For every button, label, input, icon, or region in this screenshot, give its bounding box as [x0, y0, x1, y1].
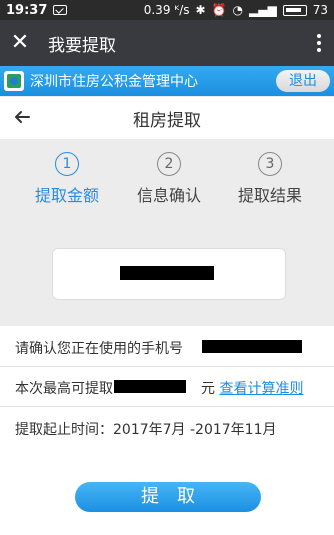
amount-input[interactable]: [52, 248, 286, 300]
max-amount-label: 本次最高可提取: [15, 381, 113, 397]
phone-confirm-row: 请确认您正在使用的手机号: [15, 338, 183, 358]
housing-fund-logo: [4, 71, 24, 91]
arrow-left-icon[interactable]: [12, 107, 32, 127]
bluetooth-icon: ✱: [195, 3, 206, 17]
window-title: 我要提取: [48, 35, 116, 56]
divider: [0, 366, 334, 367]
step-1: 1 提取金额: [12, 152, 122, 206]
redacted-amount: [120, 266, 214, 280]
network-speed: 0.39 ᴷ/s: [143, 3, 190, 17]
org-title: 深圳市住房公积金管理中心: [30, 74, 198, 90]
message-icon: [53, 5, 68, 15]
redacted-phone: [202, 340, 302, 353]
step-number: 2: [157, 152, 181, 176]
divider: [0, 406, 334, 407]
signal-icon: ▂▄▆: [249, 3, 277, 17]
page-header: 租房提取: [0, 97, 334, 139]
status-time: 19:37: [6, 2, 48, 18]
logout-button[interactable]: 退出: [276, 70, 330, 92]
wifi-icon: ◔: [232, 3, 244, 17]
alarm-icon: ⏰: [211, 3, 227, 17]
battery-level: 73: [312, 3, 328, 17]
status-bar: 19:37 0.39 ᴷ/s ✱ ⏰ ◔ ▂▄▆ 73: [0, 0, 334, 20]
battery-icon: [282, 4, 307, 16]
submit-withdraw-button[interactable]: 提取: [75, 482, 261, 512]
step-label: 信息确认: [136, 186, 201, 205]
phone-confirm-text: 请确认您正在使用的手机号: [15, 341, 183, 357]
period-row: 提取起止时间：2017年7月 -2017年11月: [15, 419, 276, 439]
calculation-rule-link[interactable]: 查看计算准则: [219, 381, 303, 397]
step-label: 提取金额: [34, 186, 99, 205]
more-vertical-icon[interactable]: [304, 34, 334, 52]
step-2: 2 信息确认: [114, 152, 224, 206]
period-text: 提取起止时间：2017年7月 -2017年11月: [15, 422, 277, 438]
step-indicator: 1 提取金额 2 信息确认 3 提取结果: [0, 140, 334, 230]
page-title: 租房提取: [133, 110, 201, 131]
redacted-max-amount: [114, 380, 186, 393]
step-number: 1: [55, 152, 79, 176]
currency-unit: 元: [201, 381, 215, 397]
close-icon[interactable]: ✕: [0, 20, 40, 66]
step-3: 3 提取结果: [215, 152, 325, 206]
step-label: 提取结果: [237, 186, 302, 205]
step-number: 3: [258, 152, 282, 176]
app-titlebar: ✕ 我要提取: [0, 20, 334, 66]
org-banner: 深圳市住房公积金管理中心 退出: [0, 66, 334, 96]
